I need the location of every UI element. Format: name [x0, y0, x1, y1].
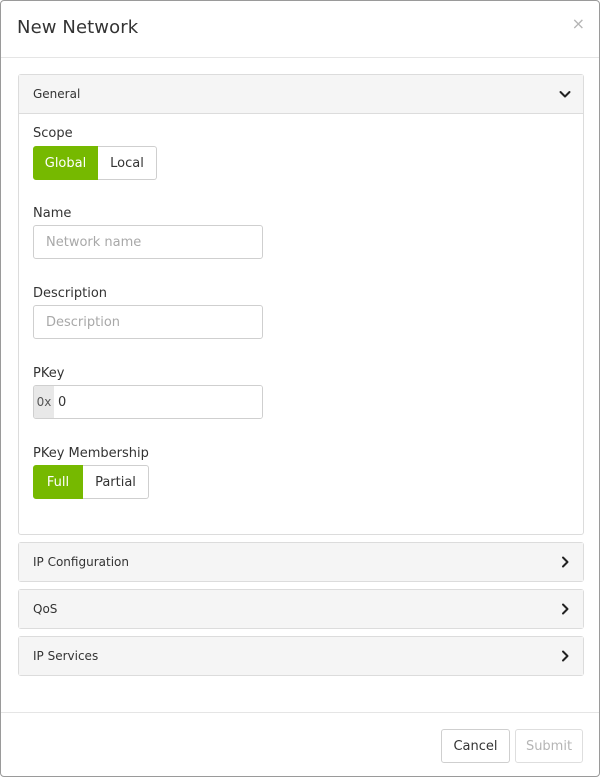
- close-icon[interactable]: ×: [572, 15, 585, 33]
- pkey-input[interactable]: [54, 386, 262, 418]
- qos-panel-header[interactable]: QoS: [19, 590, 583, 628]
- chevron-right-icon: [562, 650, 569, 662]
- network-name-input[interactable]: [33, 225, 263, 259]
- scope-global-button[interactable]: Global: [33, 146, 98, 180]
- general-panel-title: General: [33, 87, 81, 101]
- chevron-down-icon: [559, 91, 571, 98]
- cancel-button[interactable]: Cancel: [441, 729, 510, 763]
- ip-services-panel-title: IP Services: [33, 649, 99, 663]
- pkey-membership-label: PKey Membership: [33, 446, 149, 461]
- qos-panel-title: QoS: [33, 602, 58, 616]
- name-label: Name: [33, 206, 72, 221]
- scope-toggle: Global Local: [33, 146, 157, 180]
- chevron-right-icon: [562, 556, 569, 568]
- ip-configuration-panel: IP Configuration: [18, 542, 584, 582]
- general-panel-header[interactable]: General: [19, 75, 583, 114]
- dialog-footer: Cancel Submit: [1, 712, 599, 776]
- dialog-title: New Network: [17, 17, 139, 38]
- membership-partial-button[interactable]: Partial: [83, 465, 149, 499]
- general-panel: General Scope Global Local Name Descript…: [18, 74, 584, 535]
- pkey-label: PKey: [33, 366, 65, 381]
- ip-configuration-panel-header[interactable]: IP Configuration: [19, 543, 583, 581]
- new-network-dialog: New Network × General Scope Global Local…: [0, 0, 600, 777]
- pkey-membership-toggle: Full Partial: [33, 465, 149, 499]
- membership-full-button[interactable]: Full: [33, 465, 83, 499]
- description-input[interactable]: [33, 305, 263, 339]
- ip-services-panel-header[interactable]: IP Services: [19, 637, 583, 675]
- qos-panel: QoS: [18, 589, 584, 629]
- chevron-right-icon: [562, 603, 569, 615]
- ip-services-panel: IP Services: [18, 636, 584, 676]
- submit-button[interactable]: Submit: [515, 729, 583, 763]
- pkey-prefix: 0x: [34, 386, 54, 418]
- ip-configuration-panel-title: IP Configuration: [33, 555, 129, 569]
- scope-local-button[interactable]: Local: [98, 146, 157, 180]
- description-label: Description: [33, 286, 108, 301]
- scope-label: Scope: [33, 126, 73, 141]
- pkey-field: 0x: [33, 385, 263, 419]
- dialog-header: New Network ×: [1, 1, 599, 58]
